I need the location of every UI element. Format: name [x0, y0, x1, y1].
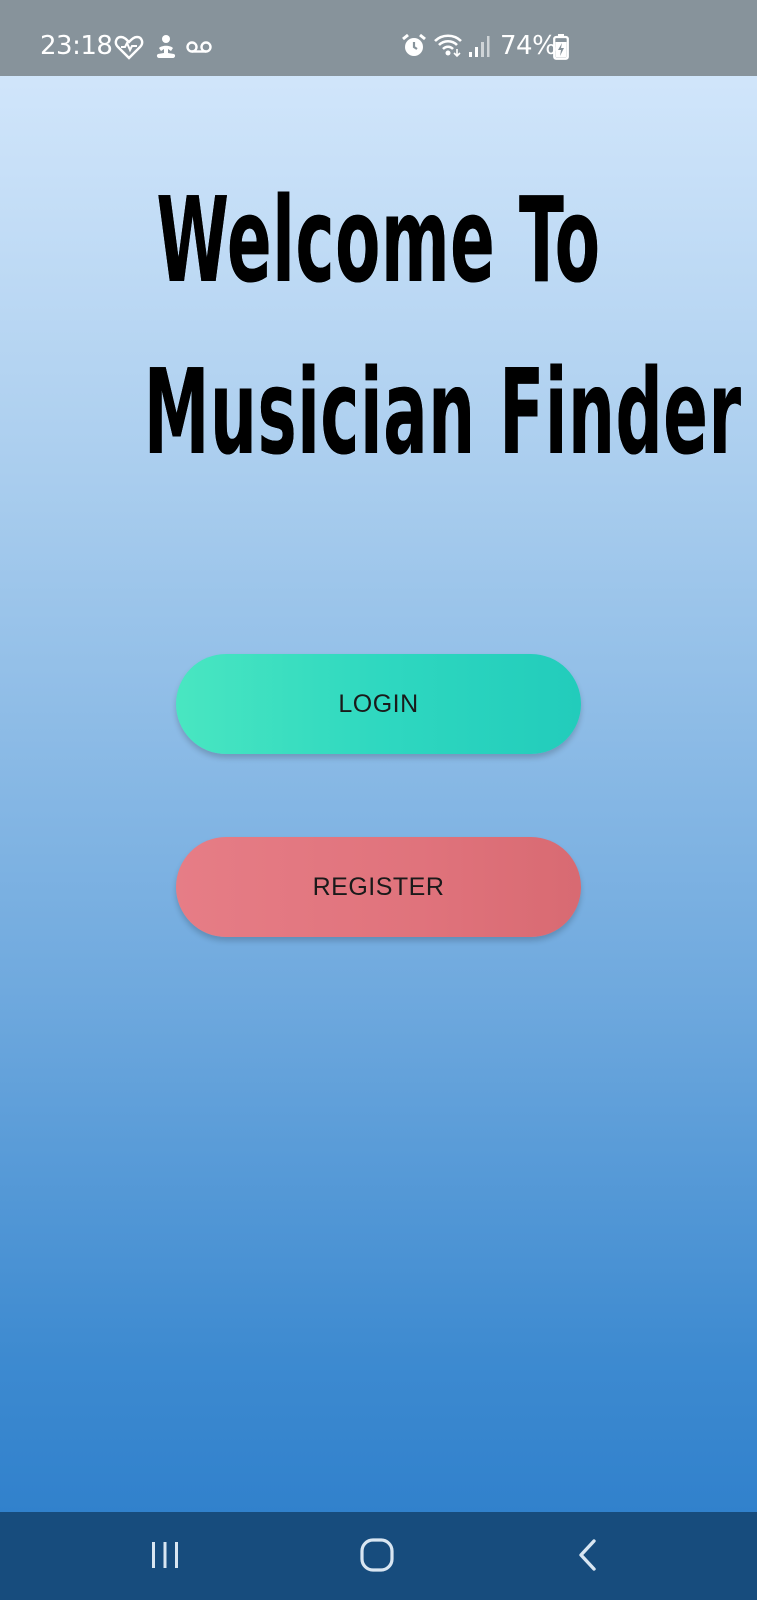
voicemail-icon	[186, 38, 212, 66]
signal-icon	[468, 34, 490, 62]
register-button[interactable]: REGISTER	[176, 837, 581, 937]
battery-charging-icon	[553, 34, 569, 62]
health-heart-icon	[114, 34, 144, 62]
meditation-icon	[154, 34, 178, 62]
home-icon[interactable]	[347, 1530, 407, 1580]
status-time: 23:18	[40, 31, 113, 61]
back-icon[interactable]	[558, 1530, 618, 1580]
welcome-title: Welcome To Musician Finder	[0, 160, 757, 492]
status-bar: 23:18 74%	[0, 0, 757, 76]
navigation-bar	[0, 1512, 757, 1600]
recent-apps-icon[interactable]	[135, 1530, 195, 1580]
battery-percentage: 74%	[500, 31, 557, 61]
title-line-1: Welcome To	[156, 171, 601, 309]
login-button[interactable]: LOGIN	[176, 654, 581, 754]
wifi-icon	[433, 32, 463, 60]
alarm-icon	[400, 32, 428, 60]
title-line-2: Musician Finder	[143, 343, 742, 481]
